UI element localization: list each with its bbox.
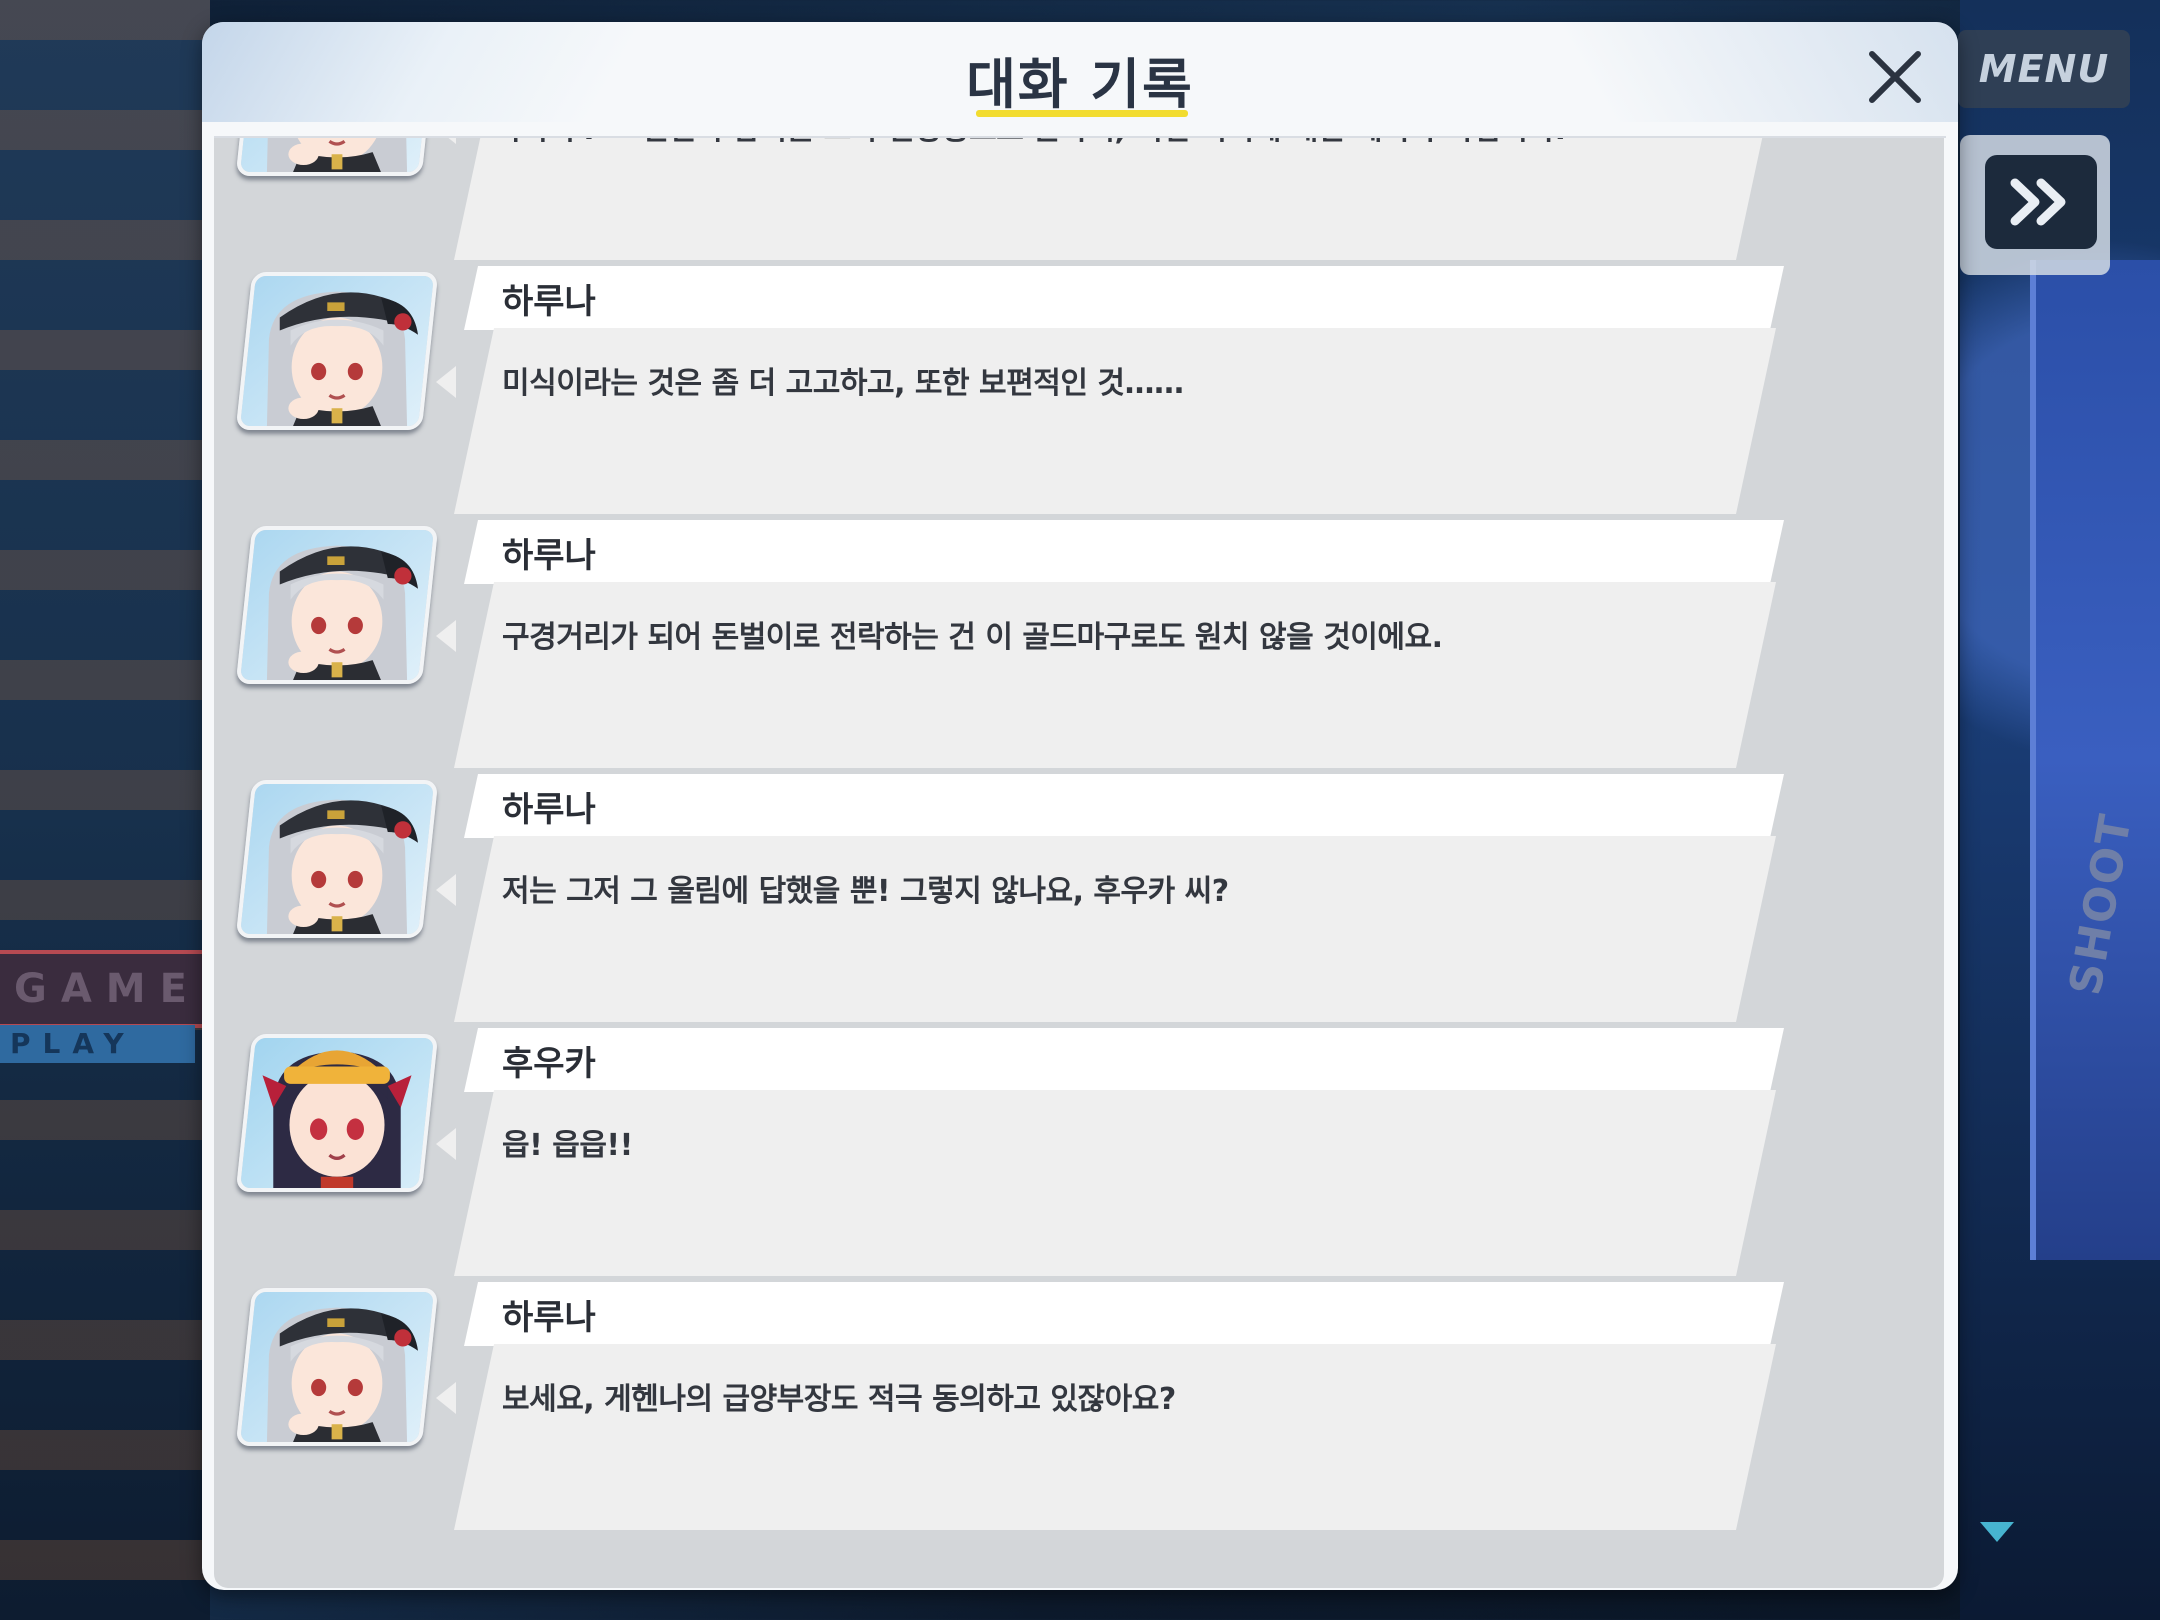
speaker-name: 하루나	[502, 536, 596, 576]
background-left-building	[0, 0, 210, 1620]
dialogue-bubble: 읍! 읍읍!!	[454, 1090, 1776, 1276]
dialogue-bubble: 구경거리가 되어 돈벌이로 전락하는 건 이 골드마구로도 원치 않을 것이에요…	[454, 582, 1776, 768]
speaker-portrait	[235, 1288, 439, 1446]
close-button[interactable]	[1858, 40, 1932, 114]
speaker-name-box: 하루나	[464, 1282, 1784, 1346]
dialogue-bubble: 미식이라는 것은 좀 더 고고하고, 또한 보편적인 것……	[454, 328, 1776, 514]
background-billboard	[2030, 260, 2160, 1260]
speaker-portrait	[235, 780, 439, 938]
haruna-portrait	[240, 272, 434, 430]
speaker-name: 하루나	[502, 1298, 596, 1338]
log-entry: 하루나보세요, 게헨나의 급양부장도 적극 동의하고 있잖아요?	[214, 1282, 1944, 1536]
dialogue-bubble: 보세요, 게헨나의 급양부장도 적극 동의하고 있잖아요?	[454, 1344, 1776, 1530]
speaker-portrait	[235, 138, 439, 176]
speech-pointer	[436, 366, 456, 398]
speaker-portrait	[235, 1034, 439, 1192]
dialogue-text: 후후후. 그 전설의 참치를 고작 관상용으로 둔다니, 이건 미식에 대한 예…	[502, 138, 1565, 148]
log-entry: 하루나미식이라는 것은 좀 더 고고하고, 또한 보편적인 것……	[214, 266, 1944, 520]
speaker-name-box: 하루나	[464, 266, 1784, 330]
dialogue-text: 저는 그저 그 울림에 답했을 뿐! 그렇지 않나요, 후우카 씨?	[502, 874, 1229, 909]
menu-button[interactable]: MENU	[1958, 30, 2130, 108]
dialogue-log-window: 대화 기록 후후후. 그 전설의 참치를 고작 관상용으로 둔다니, 이건 미식…	[202, 22, 1958, 1590]
background-sign-games: GAMES	[0, 950, 230, 1028]
dialogue-text: 미식이라는 것은 좀 더 고고하고, 또한 보편적인 것……	[502, 366, 1184, 401]
speaker-name-box: 하루나	[464, 774, 1784, 838]
haruna-portrait	[240, 780, 434, 938]
dialogue-log-list[interactable]: 후후후. 그 전설의 참치를 고작 관상용으로 둔다니, 이건 미식에 대한 예…	[214, 138, 1944, 1588]
speech-pointer	[436, 1382, 456, 1414]
fast-forward-button[interactable]	[1985, 155, 2097, 249]
close-icon	[1869, 51, 1921, 103]
log-entry: 하루나저는 그저 그 울림에 답했을 뿐! 그렇지 않나요, 후우카 씨?	[214, 774, 1944, 1028]
log-entry: 후후후. 그 전설의 참치를 고작 관상용으로 둔다니, 이건 미식에 대한 예…	[214, 138, 1944, 266]
fast-forward-icon	[2010, 178, 2066, 226]
haruna-portrait	[240, 138, 434, 176]
speaker-name-box: 후우카	[464, 1028, 1784, 1092]
speech-pointer	[436, 138, 456, 144]
haruna-portrait	[240, 1288, 434, 1446]
window-title: 대화 기록	[966, 53, 1194, 116]
speaker-name-box: 하루나	[464, 520, 1784, 584]
speaker-name: 하루나	[502, 790, 596, 830]
dialogue-text: 읍! 읍읍!!	[502, 1128, 633, 1163]
speaker-portrait	[235, 526, 439, 684]
log-entry: 후우카읍! 읍읍!!	[214, 1028, 1944, 1282]
dialogue-bubble: 후후후. 그 전설의 참치를 고작 관상용으로 둔다니, 이건 미식에 대한 예…	[454, 138, 1776, 260]
dialogue-bubble: 저는 그저 그 울림에 답했을 뿐! 그렇지 않나요, 후우카 씨?	[454, 836, 1776, 1022]
haruna-portrait	[240, 526, 434, 684]
fuuka-portrait	[240, 1034, 434, 1192]
title-underline	[976, 110, 1188, 117]
speaker-name: 후우카	[502, 1044, 596, 1084]
dialogue-text: 보세요, 게헨나의 급양부장도 적극 동의하고 있잖아요?	[502, 1382, 1176, 1417]
speaker-portrait	[235, 272, 439, 430]
dialogue-text: 구경거리가 되어 돈벌이로 전락하는 건 이 골드마구로도 원치 않을 것이에요…	[502, 620, 1443, 655]
scroll-down-indicator[interactable]	[1980, 1522, 2014, 1542]
background-sign-play: PLAY	[0, 1025, 195, 1063]
speech-pointer	[436, 620, 456, 652]
log-entry: 하루나구경거리가 되어 돈벌이로 전락하는 건 이 골드마구로도 원치 않을 것…	[214, 520, 1944, 774]
speech-pointer	[436, 874, 456, 906]
speech-pointer	[436, 1128, 456, 1160]
speaker-name: 하루나	[502, 282, 596, 322]
